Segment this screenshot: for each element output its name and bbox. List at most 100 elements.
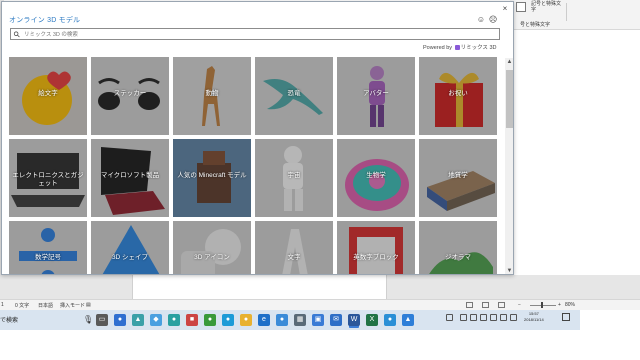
app-icon-10[interactable]: ● bbox=[384, 314, 396, 326]
app-icon-2[interactable]: ▲ bbox=[132, 314, 144, 326]
remix3d-logo-icon bbox=[454, 45, 460, 51]
calculator-icon[interactable]: ▦ bbox=[294, 314, 306, 326]
category-tile-animals[interactable]: 動物 bbox=[173, 57, 251, 135]
tile-overlay bbox=[173, 221, 251, 274]
category-grid: 絵文字 ステッカー 動物 恐竜 アバター お祝い エレクトロニクスとガジェット … bbox=[9, 57, 499, 274]
language-indicator[interactable]: 日本語 bbox=[38, 302, 53, 309]
dialog-title: オンライン 3D モデル bbox=[9, 17, 81, 24]
clock-date: 2018/11/14 bbox=[524, 317, 544, 322]
category-tile-electronics[interactable]: エレクトロニクスとガジェット bbox=[9, 139, 87, 217]
category-tile-3d-shapes[interactable]: 3D シェイプ bbox=[91, 221, 169, 274]
edge-icon[interactable]: e bbox=[258, 314, 270, 326]
scroll-thumb[interactable] bbox=[506, 70, 513, 128]
notification-icon[interactable] bbox=[562, 313, 570, 321]
zoom-in-icon[interactable]: + bbox=[558, 302, 561, 308]
category-label: 数学記号 bbox=[35, 254, 61, 261]
category-label: エレクトロニクスとガジェット bbox=[12, 172, 84, 187]
macro-icon[interactable]: ▤ bbox=[86, 302, 91, 308]
taskbar: で検索 🎙 ▭ ● ▲ ◆ ● ■ ● ● ● e ● ▦ ▣ ✉ W X ● … bbox=[0, 310, 580, 330]
zoom-slider-knob[interactable] bbox=[541, 302, 543, 308]
category-tile-dioramas[interactable]: ジオラマ bbox=[419, 221, 497, 274]
screen: 記号と特殊文字 号と特殊文字 1 0 文字 日本語 挿入モード ▤ − + 80… bbox=[0, 0, 640, 360]
category-tile-space[interactable]: 宇宙 bbox=[255, 139, 333, 217]
category-tile-math-symbols[interactable]: 数学記号 bbox=[9, 221, 87, 274]
category-label: お祝い bbox=[448, 90, 468, 97]
tile-overlay bbox=[9, 221, 87, 274]
category-label: ジオラマ bbox=[445, 254, 471, 261]
task-view-icon[interactable]: ▭ bbox=[96, 314, 108, 326]
tile-overlay bbox=[255, 221, 333, 274]
frown-feedback-icon[interactable]: ☹ bbox=[488, 15, 498, 25]
category-label: 3D シェイプ bbox=[111, 254, 149, 261]
tile-overlay bbox=[337, 221, 415, 274]
category-tile-geology[interactable]: 地質学 bbox=[419, 139, 497, 217]
app-icon-7[interactable]: ● bbox=[222, 314, 234, 326]
tray-icon-4[interactable] bbox=[480, 314, 487, 321]
word-icon[interactable]: W bbox=[348, 314, 360, 326]
online-3d-models-dialog: オンライン 3D モデル × ☺ ☹ ⚲ Powered by リミックス 3D… bbox=[1, 1, 514, 275]
focus-mode-icon[interactable] bbox=[466, 302, 473, 308]
category-tile-alphanumeric-blocks[interactable]: 英数字ブロック bbox=[337, 221, 415, 274]
mail-icon[interactable]: ✉ bbox=[330, 314, 342, 326]
tray-icon-1[interactable] bbox=[446, 314, 453, 321]
page-indicator[interactable]: 1 bbox=[1, 302, 4, 308]
tray-icon-2[interactable] bbox=[460, 314, 467, 321]
web-layout-icon[interactable] bbox=[498, 302, 505, 308]
category-label: 恐竜 bbox=[287, 90, 301, 97]
zoom-level[interactable]: 80% bbox=[565, 302, 575, 308]
search-input[interactable] bbox=[24, 30, 484, 39]
app-icon-8[interactable]: ● bbox=[276, 314, 288, 326]
grid-scrollbar[interactable]: ▲ ▼ bbox=[505, 58, 513, 274]
word-count[interactable]: 0 文字 bbox=[15, 302, 29, 309]
app-icon-4[interactable]: ● bbox=[168, 314, 180, 326]
category-label: 人気の Minecraft モデル bbox=[177, 172, 247, 179]
app-icon-6[interactable]: ● bbox=[204, 314, 216, 326]
category-label: 地質学 bbox=[448, 172, 468, 179]
powered-by-brand[interactable]: リミックス 3D bbox=[461, 45, 497, 51]
category-label: 生物学 bbox=[366, 172, 386, 179]
category-tile-biology[interactable]: 生物学 bbox=[337, 139, 415, 217]
category-tile-stickers[interactable]: ステッカー bbox=[91, 57, 169, 135]
category-tile-minecraft[interactable]: 人気の Minecraft モデル bbox=[173, 139, 251, 217]
ribbon-fragment: 記号と特殊文字 号と特殊文字 bbox=[510, 0, 640, 30]
microphone-icon[interactable]: 🎙 bbox=[83, 315, 93, 324]
omega-icon[interactable] bbox=[516, 2, 526, 12]
category-tile-avatars[interactable]: アバター bbox=[337, 57, 415, 135]
category-tile-celebrations[interactable]: お祝い bbox=[419, 57, 497, 135]
system-tray bbox=[446, 314, 576, 326]
app-icon-3[interactable]: ◆ bbox=[150, 314, 162, 326]
category-label: アバター bbox=[363, 90, 389, 97]
category-tile-dinosaurs[interactable]: 恐竜 bbox=[255, 57, 333, 135]
photos-icon[interactable]: ▲ bbox=[402, 314, 414, 326]
excel-icon[interactable]: X bbox=[366, 314, 378, 326]
close-icon[interactable]: × bbox=[500, 4, 510, 14]
category-label: 動物 bbox=[205, 90, 219, 97]
category-tile-letters[interactable]: 文字 bbox=[255, 221, 333, 274]
app-icon-1[interactable]: ● bbox=[114, 314, 126, 326]
tray-icon-3[interactable] bbox=[470, 314, 477, 321]
category-label: 英数字ブロック bbox=[353, 254, 399, 261]
search-box[interactable]: ⚲ bbox=[10, 28, 500, 40]
print-layout-icon[interactable] bbox=[482, 302, 489, 308]
ribbon-divider bbox=[566, 3, 567, 21]
zoom-out-icon[interactable]: − bbox=[518, 302, 521, 308]
category-tile-microsoft-products[interactable]: マイクロソフト製品 bbox=[91, 139, 169, 217]
app-icon-9[interactable]: ▣ bbox=[312, 314, 324, 326]
taskbar-search-label[interactable]: で検索 bbox=[0, 315, 18, 324]
scroll-down-icon[interactable]: ▼ bbox=[505, 267, 513, 274]
category-label: 文字 bbox=[287, 254, 301, 261]
insert-mode-indicator[interactable]: 挿入モード bbox=[60, 302, 85, 309]
scroll-up-icon[interactable]: ▲ bbox=[505, 58, 513, 66]
category-tile-emoji[interactable]: 絵文字 bbox=[9, 57, 87, 135]
chrome-icon[interactable]: ● bbox=[240, 314, 252, 326]
zoom-slider[interactable] bbox=[530, 305, 556, 306]
smile-feedback-icon[interactable]: ☺ bbox=[476, 15, 486, 25]
tray-icon-5[interactable] bbox=[490, 314, 497, 321]
ribbon-group-label: 号と特殊文字 bbox=[520, 22, 551, 28]
clock[interactable]: 15:57 2018/11/14 bbox=[524, 311, 544, 323]
ribbon-symbol-label[interactable]: 記号と特殊文字 bbox=[531, 1, 563, 13]
category-tile-3d-icons[interactable]: 3D アイコン bbox=[173, 221, 251, 274]
network-icon[interactable] bbox=[500, 314, 507, 321]
app-icon-5[interactable]: ■ bbox=[186, 314, 198, 326]
volume-icon[interactable] bbox=[510, 314, 517, 321]
